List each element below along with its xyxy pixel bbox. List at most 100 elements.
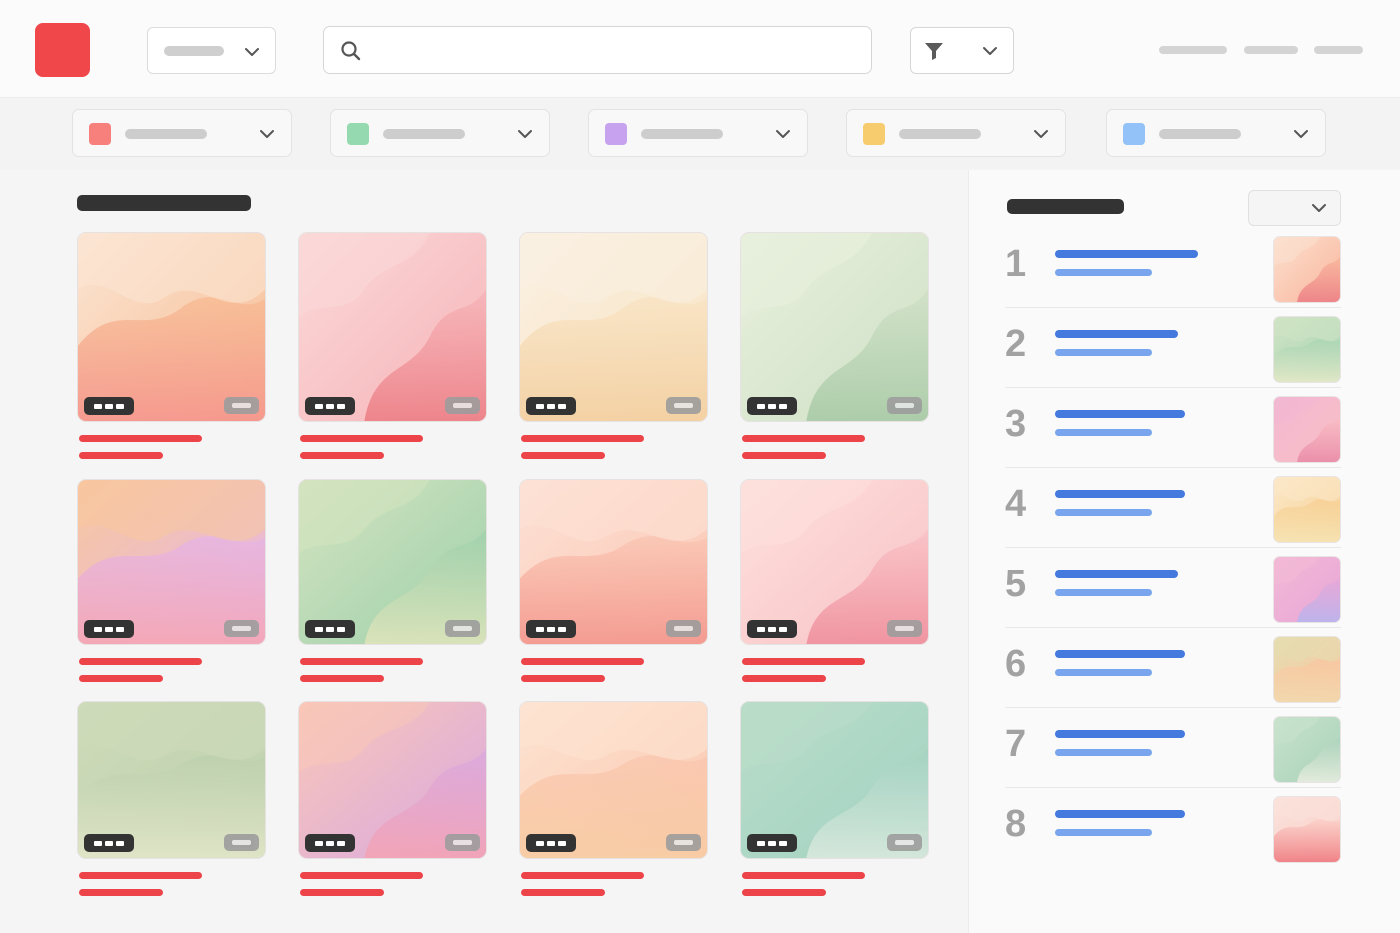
ranking-item[interactable]: 1 (1005, 228, 1341, 308)
ranking-item[interactable]: 6 (1005, 628, 1341, 708)
category-filter-dropdown[interactable] (72, 109, 292, 157)
ranking-sidebar: 1 2 3 4 5 6 7 8 (968, 170, 1400, 933)
nav-link[interactable] (1159, 46, 1227, 54)
chevron-down-icon (1311, 203, 1327, 213)
category-filter-dropdown[interactable] (330, 109, 550, 157)
color-swatch (347, 123, 369, 145)
ranking-item-title[interactable] (1055, 410, 1185, 418)
card-title[interactable] (742, 658, 865, 665)
card-title[interactable] (300, 658, 423, 665)
category-filter-dropdown[interactable] (588, 109, 808, 157)
more-options-badge[interactable] (526, 397, 576, 415)
more-options-badge[interactable] (305, 834, 355, 852)
rank-number: 6 (1005, 643, 1027, 685)
card-thumbnail[interactable] (740, 701, 929, 859)
more-options-badge[interactable] (84, 397, 134, 415)
content-card[interactable] (298, 479, 487, 685)
more-options-badge[interactable] (747, 620, 797, 638)
ranking-thumbnail[interactable] (1273, 236, 1341, 303)
duration-badge (666, 397, 701, 414)
card-thumbnail[interactable] (519, 701, 708, 859)
card-thumbnail[interactable] (519, 232, 708, 422)
card-thumbnail[interactable] (519, 479, 708, 645)
content-card[interactable] (298, 232, 487, 462)
duration-badge (666, 620, 701, 637)
content-card[interactable] (77, 479, 266, 685)
more-options-badge[interactable] (84, 834, 134, 852)
color-swatch (605, 123, 627, 145)
content-card[interactable] (740, 701, 929, 899)
sort-select[interactable] (1248, 190, 1341, 226)
card-title[interactable] (521, 872, 644, 879)
nav-link[interactable] (1244, 46, 1298, 54)
ranking-item-title[interactable] (1055, 650, 1185, 658)
ranking-item-subtitle (1055, 589, 1152, 596)
card-title[interactable] (79, 435, 202, 442)
card-title[interactable] (521, 658, 644, 665)
card-thumbnail[interactable] (77, 701, 266, 859)
more-options-badge[interactable] (747, 834, 797, 852)
ranking-item-title[interactable] (1055, 570, 1178, 578)
ranking-item[interactable]: 2 (1005, 308, 1341, 388)
card-title[interactable] (521, 435, 644, 442)
card-title[interactable] (742, 872, 865, 879)
content-card[interactable] (519, 479, 708, 685)
card-thumbnail[interactable] (77, 232, 266, 422)
ranking-thumbnail[interactable] (1273, 636, 1341, 703)
card-title[interactable] (300, 872, 423, 879)
card-thumbnail[interactable] (298, 232, 487, 422)
card-thumbnail[interactable] (77, 479, 266, 645)
more-options-badge[interactable] (305, 397, 355, 415)
nav-link[interactable] (1314, 46, 1363, 54)
ranking-item-title[interactable] (1055, 250, 1198, 258)
section-title (77, 195, 251, 211)
top-bar (0, 0, 1400, 98)
ranking-thumbnail[interactable] (1273, 556, 1341, 623)
ranking-item[interactable]: 8 (1005, 788, 1341, 868)
more-options-badge[interactable] (526, 620, 576, 638)
ranking-item-title[interactable] (1055, 810, 1185, 818)
brand-logo[interactable] (35, 23, 90, 77)
content-card[interactable] (740, 232, 929, 462)
card-subtitle (742, 889, 826, 896)
more-options-badge[interactable] (84, 620, 134, 638)
content-card[interactable] (77, 701, 266, 899)
category-filter-dropdown[interactable] (846, 109, 1066, 157)
ranking-item-title[interactable] (1055, 490, 1185, 498)
more-options-badge[interactable] (747, 397, 797, 415)
card-thumbnail[interactable] (298, 701, 487, 859)
ranking-thumbnail[interactable] (1273, 716, 1341, 783)
card-thumbnail[interactable] (740, 232, 929, 422)
search-input[interactable] (372, 35, 852, 65)
category-select[interactable] (147, 27, 276, 74)
card-title[interactable] (742, 435, 865, 442)
content-card[interactable] (519, 232, 708, 462)
content-card[interactable] (740, 479, 929, 685)
content-card[interactable] (77, 232, 266, 462)
more-options-badge[interactable] (526, 834, 576, 852)
content-card[interactable] (298, 701, 487, 899)
ranking-item[interactable]: 7 (1005, 708, 1341, 788)
card-title[interactable] (79, 872, 202, 879)
rank-number: 2 (1005, 323, 1027, 365)
card-title[interactable] (79, 658, 202, 665)
ranking-item[interactable]: 3 (1005, 388, 1341, 468)
ranking-thumbnail[interactable] (1273, 316, 1341, 383)
ranking-thumbnail[interactable] (1273, 796, 1341, 863)
more-options-badge[interactable] (305, 620, 355, 638)
ranking-item-title[interactable] (1055, 730, 1185, 738)
ranking-item[interactable]: 5 (1005, 548, 1341, 628)
card-thumbnail[interactable] (298, 479, 487, 645)
ranking-thumbnail[interactable] (1273, 476, 1341, 543)
ranking-item-title[interactable] (1055, 330, 1178, 338)
category-filter-dropdown[interactable] (1106, 109, 1326, 157)
search-bar[interactable] (323, 26, 872, 74)
filter-button[interactable] (910, 27, 1014, 74)
ranking-thumbnail[interactable] (1273, 396, 1341, 463)
card-subtitle (79, 889, 163, 896)
ranking-item[interactable]: 4 (1005, 468, 1341, 548)
card-thumbnail[interactable] (740, 479, 929, 645)
card-title[interactable] (300, 435, 423, 442)
category-select-value (164, 46, 224, 56)
content-card[interactable] (519, 701, 708, 899)
